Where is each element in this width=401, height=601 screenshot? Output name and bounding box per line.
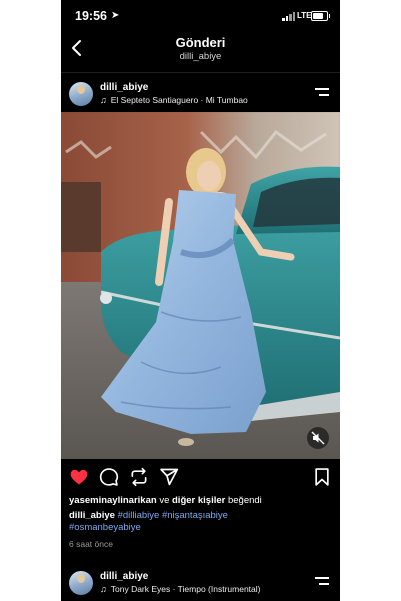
post-menu-button[interactable]: [315, 88, 329, 97]
caption-line-1: dilli_abiye #dilliabiye #nişantaşıabiye: [69, 510, 228, 521]
music-note-icon: ♫: [100, 95, 107, 105]
next-post-song[interactable]: ♫ Tony Dark Eyes · Tiempo (Instrumental): [100, 584, 261, 594]
status-bar: 19:56 ➤ LTE: [61, 0, 340, 32]
liked-by-connector: ve: [159, 495, 170, 506]
post-song[interactable]: ♫ El Septeto Santiaguero · Mi Tumbao: [100, 95, 248, 105]
comment-button[interactable]: [99, 467, 119, 487]
likes-summary: yaseminaylinarikan ve diğer kişiler beğe…: [69, 495, 262, 506]
send-button[interactable]: [159, 467, 179, 487]
next-post-song-label: Tony Dark Eyes · Tiempo (Instrumental): [110, 584, 261, 594]
caption-hashtags-2[interactable]: #osmanbeyabiye: [69, 522, 141, 533]
mute-button[interactable]: [307, 427, 329, 449]
header-divider: [61, 72, 340, 73]
page-title: Gönderi: [175, 35, 226, 50]
like-button[interactable]: [69, 467, 89, 487]
post-image[interactable]: [61, 112, 340, 459]
heart-icon: [70, 469, 88, 485]
avatar[interactable]: [69, 82, 93, 106]
save-button[interactable]: [312, 467, 332, 487]
send-icon: [160, 468, 179, 486]
post-username[interactable]: dilli_abiye: [100, 82, 148, 93]
page-subtitle: dilli_abiye: [179, 51, 222, 62]
music-note-icon: ♫: [100, 584, 107, 594]
caption-line-2: #osmanbeyabiye: [69, 522, 141, 533]
liked-by-user[interactable]: yaseminaylinarikan: [69, 495, 157, 506]
location-arrow-icon: ➤: [111, 10, 120, 21]
others-link[interactable]: diğer kişiler: [172, 495, 225, 506]
post-song-label: El Septeto Santiaguero · Mi Tumbao: [110, 95, 248, 105]
likes-suffix: beğendi: [227, 495, 262, 506]
next-post-avatar[interactable]: [69, 571, 93, 595]
network-type: LTE: [297, 11, 312, 20]
post-photo: [61, 112, 340, 459]
post-timestamp: 6 saat önce: [69, 539, 113, 549]
phone-screen: 19:56 ➤ LTE Gönderi dilli_abiye dilli_ab…: [61, 0, 340, 601]
caption-hashtags-1[interactable]: #dilliabiye #nişantaşıabiye: [118, 510, 228, 521]
caption-username[interactable]: dilli_abiye: [69, 510, 115, 521]
muted-speaker-icon: [311, 431, 325, 445]
battery-icon: [311, 11, 330, 21]
signal-icon: [282, 12, 296, 21]
share-button[interactable]: [129, 467, 149, 487]
next-post-menu-button[interactable]: [315, 577, 329, 586]
repost-icon: [131, 467, 147, 487]
next-post-username[interactable]: dilli_abiye: [100, 571, 148, 582]
bookmark-icon: [315, 468, 329, 486]
comment-icon: [99, 468, 119, 486]
status-time: 19:56: [75, 9, 107, 23]
